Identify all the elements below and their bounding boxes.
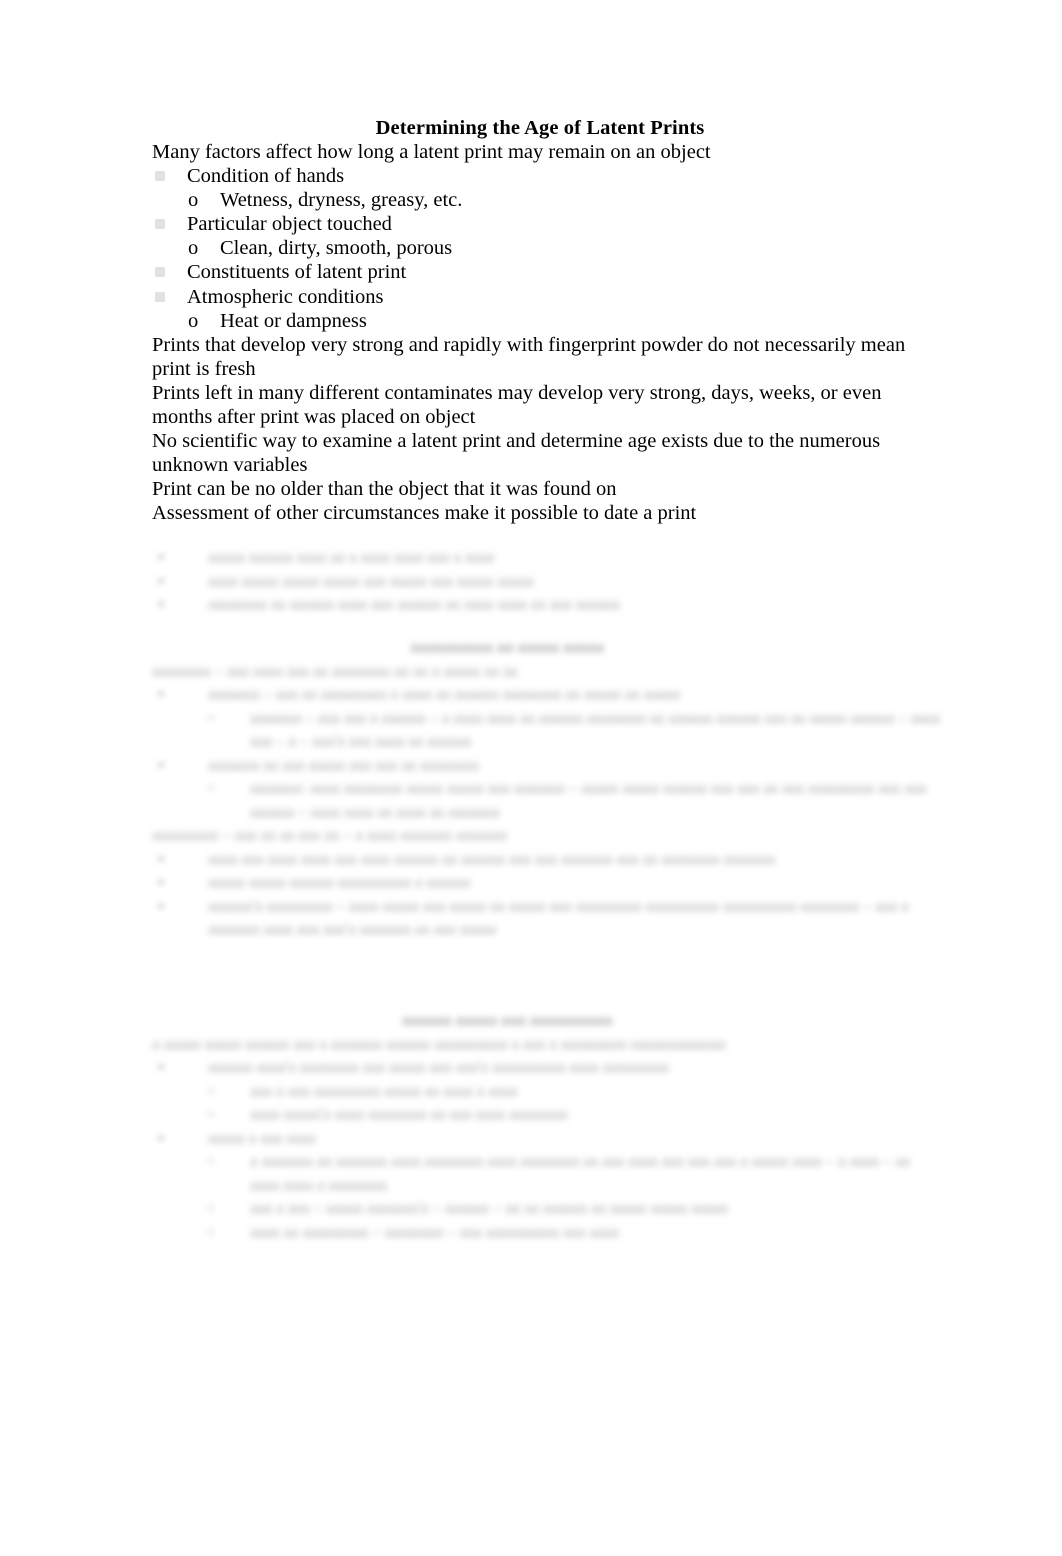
hollow-square-bullet-icon: ▫ [208, 707, 214, 727]
statement-paragraph: Print can be no older than the object th… [152, 478, 617, 501]
square-bullet-icon: ▪ [158, 570, 164, 590]
page-title: Determining the Age of Latent Prints [375, 117, 705, 139]
square-bullet-icon: ▪ [158, 754, 164, 774]
list-item: ▪ aaaaaaa aa aaa aaaaa aaa aaa aa aaaaaa… [152, 753, 942, 777]
document-page: Determining the Age of Latent Prints Man… [0, 0, 1062, 1556]
list-item-label: aaaaaaa – aaa aaa a aaaaaa – a aaaa aaaa… [250, 707, 940, 751]
list-item: ▫ a aaaaaaa aa aaaaaaa aaaa aaaaaaaa aaa… [152, 1149, 942, 1196]
list-item-label: aaaaaaaa aa aaaaaa aaaa aaa aaaaaa aa aa… [208, 594, 620, 613]
list-item: ▪ aaaaa a aaa aaaa [152, 1126, 942, 1150]
list-item-label: aaa a aaa aaaaaaaaa aaaaa aa aaaa a aaaa [250, 1080, 518, 1100]
list-item-label: Heat or dampness [220, 309, 367, 332]
list-item: ▫ aaaaaaa – aaa aaa a aaaaaa – a aaaa aa… [152, 706, 942, 753]
paragraph: a aaaaa aaaaa aaaaaa aaa a aaaaaaa aaaaa… [152, 1033, 726, 1053]
list-item: o Clean, dirty, smooth, porous [152, 236, 932, 260]
square-bullet-icon: ▪ [158, 1127, 164, 1147]
list-item-label: aaaa aaaaa'a aaaa aaaaaaaa aa aaa aaaa a… [250, 1104, 568, 1123]
list-item-label: a aaaaaaa aa aaaaaaa aaaa aaaaaaaa aaaa … [250, 1151, 910, 1194]
list-item-label: aaaaaaa – aaa aa aaaaaaaaa a aaaa aa aaa… [208, 684, 680, 703]
list-item: ▪ aaaaa aaaaa aaaaaa aaaaaaaaaa a aaaaaa [152, 870, 942, 894]
list-item: o Heat or dampness [152, 309, 932, 333]
square-bullet-icon [155, 267, 165, 278]
square-bullet-icon: ▪ [158, 684, 164, 703]
square-bullet-icon: ▪ [158, 594, 164, 613]
statement-paragraph: Prints that develop very strong and rapi… [152, 333, 906, 380]
list-item: o Wetness, dryness, greasy, etc. [152, 188, 932, 212]
list-item: ▫ aaaa aaaaa'a aaaa aaaaaaaa aa aaa aaaa… [152, 1102, 942, 1126]
square-bullet-icon: ▪ [158, 872, 164, 891]
list-item: ▪ aaaaaa'a aaaaaaaaa – aaaa aaaaa aaa aa… [152, 894, 942, 941]
list-item: Constituents of latent print [152, 260, 932, 284]
list-item-label: aaa a aaa – aaaaa aaaaaaa'a – aaaaaa – a… [250, 1198, 728, 1217]
square-bullet-icon [155, 291, 165, 302]
list-item: ▪ aaaaaaaa aa aaaaaa aaaa aaa aaaaaa aa … [152, 592, 942, 616]
list-item: Particular object touched [152, 212, 932, 236]
square-bullet-icon: ▪ [158, 895, 164, 915]
circle-bullet-icon: o [188, 309, 199, 332]
section-heading: aaaaaa aaaaa aaa aaaaaaaaaa [401, 1010, 613, 1029]
circle-bullet-icon: o [188, 237, 199, 260]
list-item-label: Particular object touched [187, 213, 392, 236]
hollow-square-bullet-icon: ▫ [208, 778, 214, 797]
list-item: ▪ aaaa aaa aaaa aaaa aaa aaaa aaaaaa aa … [152, 847, 942, 871]
document-body: Determining the Age of Latent Prints Man… [152, 116, 932, 526]
list-item-label: Condition of hands [187, 165, 345, 188]
redacted-block-b: aaaaaaaaaa aa aaaaa aaaaa aaaaaaaa – aaa… [152, 635, 942, 941]
list-item: ▫ aaaa aa aaaaaaaaa – aaaaaaaa – aaa aaa… [152, 1220, 942, 1244]
list-item: ▫ aaaaaaa: aaaa aaaaaaaa aaaaa aaaaa aaa… [152, 776, 942, 823]
hollow-square-bullet-icon: ▫ [208, 1151, 214, 1170]
hollow-square-bullet-icon: ▫ [208, 1080, 214, 1100]
list-item-label: aaaa aa aaaaaaaaa – aaaaaaaa – aaa aaaaa… [250, 1221, 619, 1241]
list-item-label: aaaaa aaaaaa aaaa aa a aaaa aaaa aaa a a… [208, 547, 495, 566]
hollow-square-bullet-icon: ▫ [208, 1198, 214, 1217]
list-item: ▪ aaaa aaaaa aaaaa aaaaa aaa aaaaa aaa a… [152, 569, 942, 593]
square-bullet-icon: ▪ [158, 848, 164, 868]
list-item-label: aaaa aaa aaaa aaaa aaa aaaa aaaaaa aa aa… [208, 848, 776, 868]
paragraph: aaaaaaaa – aaa aaaa aaa aa aaaaaaaa aa a… [152, 660, 518, 680]
list-item-label: aaaaa a aaa aaaa [208, 1127, 316, 1147]
list-item: ▪ aaaaa aaaaaa aaaa aa a aaaa aaaa aaa a… [152, 545, 942, 569]
statement-paragraph: Prints left in many different contaminat… [152, 381, 882, 429]
section-heading: aaaaaaaaaa aa aaaaa aaaaa [410, 637, 604, 656]
intro-line: Many factors affect how long a latent pr… [152, 141, 711, 163]
list-item: ▪ aaaaaa aaaa'a aaaaaaaa aaa aaaaa aaa a… [152, 1055, 942, 1079]
list-item-label: Constituents of latent print [187, 261, 407, 284]
circle-bullet-icon: o [188, 189, 199, 212]
redacted-block-c: aaaaaa aaaaa aaa aaaaaaaaaa a aaaaa aaaa… [152, 1008, 942, 1243]
square-bullet-icon [155, 219, 165, 230]
square-bullet-icon [155, 171, 165, 182]
list-item-label: aaaa aaaaa aaaaa aaaaa aaa aaaaa aaa aaa… [208, 570, 534, 590]
redacted-block-a: ▪ aaaaa aaaaaa aaaa aa a aaaa aaaa aaa a… [152, 545, 942, 616]
list-item-label: aaaaaa aaaa'a aaaaaaaa aaa aaaaa aaa aaa… [208, 1057, 669, 1076]
list-item-label: Wetness, dryness, greasy, etc. [220, 189, 463, 212]
square-bullet-icon: ▪ [158, 1057, 164, 1076]
paragraph: aaaaaaaaa – aaa aa aa aaa aa – a aaaa aa… [152, 825, 507, 844]
list-item: Atmospheric conditions [152, 285, 932, 309]
list-item-label: aaaaaaa aa aaa aaaaa aaa aaa aa aaaaaaaa [208, 754, 479, 774]
list-item: Condition of hands [152, 164, 932, 188]
list-item: ▪ aaaaaaa – aaa aa aaaaaaaaa a aaaa aa a… [152, 682, 942, 706]
list-item-label: aaaaa aaaaa aaaaaa aaaaaaaaaa a aaaaaa [208, 872, 471, 891]
list-item-label: aaaaaaa: aaaa aaaaaaaa aaaaa aaaaa aaa a… [250, 778, 927, 821]
square-bullet-icon: ▪ [158, 547, 164, 566]
list-item-label: aaaaaa'a aaaaaaaaa – aaaa aaaaa aaa aaaa… [208, 895, 909, 939]
statement-paragraph: Assessment of other circumstances make i… [152, 502, 697, 525]
list-item-label: Clean, dirty, smooth, porous [220, 237, 453, 260]
list-item-label: Atmospheric conditions [187, 285, 384, 308]
statement-paragraph: No scientific way to examine a latent pr… [152, 430, 881, 477]
hollow-square-bullet-icon: ▫ [208, 1221, 214, 1241]
hollow-square-bullet-icon: ▫ [208, 1104, 214, 1123]
list-item: ▫ aaa a aaa – aaaaa aaaaaaa'a – aaaaaa –… [152, 1196, 942, 1220]
list-item: ▫ aaa a aaa aaaaaaaaa aaaaa aa aaaa a aa… [152, 1079, 942, 1103]
